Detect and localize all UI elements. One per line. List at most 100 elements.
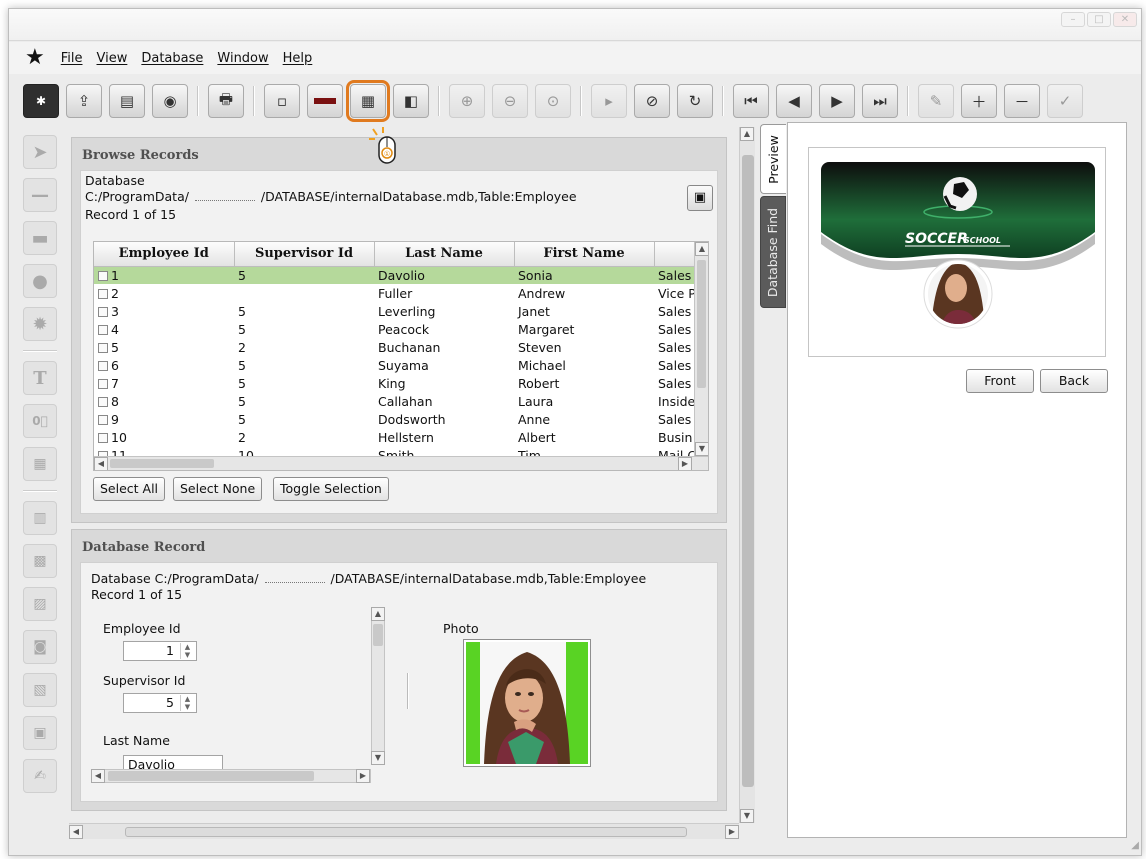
add-record-icon[interactable]: ＋ [961, 84, 997, 118]
qrcode-tool-icon[interactable]: ▩ [23, 544, 57, 578]
row-checkbox[interactable] [98, 396, 108, 407]
image-tool-icon[interactable]: ▨ [23, 587, 57, 621]
front-button[interactable]: Front [966, 369, 1034, 393]
column-header[interactable]: Employee Id [94, 242, 235, 267]
database-browse-icon[interactable]: ▦ [346, 80, 390, 122]
scroll-up-icon[interactable]: ▲ [740, 127, 754, 141]
fields-hscroll-thumb[interactable] [108, 771, 314, 781]
scroll-left-icon[interactable]: ◀ [91, 769, 105, 783]
splitter-handle[interactable] [407, 673, 409, 709]
tab-database-find[interactable]: Database Find [760, 196, 786, 308]
record-edit-icon[interactable]: ✎ [918, 84, 954, 118]
main-hscroll-thumb[interactable] [125, 827, 687, 837]
text-tool-icon[interactable]: T [23, 361, 57, 395]
date-tool-icon[interactable]: ▦ [23, 447, 57, 481]
row-checkbox[interactable] [98, 288, 108, 299]
record-export-icon[interactable]: ▸ [591, 84, 627, 118]
column-header[interactable]: Supervisor Id [234, 242, 375, 267]
record-cancel-icon[interactable]: ⊘ [634, 84, 670, 118]
table-row[interactable]: 1 5 Davolio Sonia Sales [94, 266, 708, 284]
first-record-icon[interactable]: ⏮ [733, 84, 769, 118]
grid-hscroll-thumb[interactable] [110, 459, 214, 468]
table-row[interactable]: 10 2 Hellstern Albert Busin [94, 428, 708, 446]
menu-view[interactable]: View [97, 51, 128, 66]
rectangle-tool-icon[interactable]: ▬ [23, 221, 57, 255]
counter-tool-icon[interactable]: 0⃣ [23, 404, 57, 438]
delete-record-icon[interactable]: － [1004, 84, 1040, 118]
back-button[interactable]: Back [1040, 369, 1108, 393]
main-horizontal-scrollbar[interactable]: ◀ ▶ [69, 823, 739, 839]
camera-tool-icon[interactable]: ◙ [23, 630, 57, 664]
maximize-icon[interactable]: □ [1087, 12, 1111, 27]
row-checkbox[interactable] [98, 306, 108, 317]
fields-vscroll-thumb[interactable] [373, 624, 383, 646]
zoom-out-icon[interactable]: ⊖ [492, 84, 528, 118]
column-header[interactable]: Last Name [374, 242, 515, 267]
spinner-arrows-icon[interactable]: ▲ ▼ [180, 695, 194, 711]
print-icon[interactable]: 🖶 [208, 84, 244, 118]
line-tool-icon[interactable]: — [23, 178, 57, 212]
magstripe-icon[interactable] [307, 84, 343, 118]
zoom-fit-icon[interactable]: ⊙ [535, 84, 571, 118]
resize-grip-icon[interactable]: ◢ [1125, 839, 1139, 853]
menu-help[interactable]: Help [283, 51, 313, 66]
table-row[interactable]: 6 5 Suyama Michael Sales [94, 356, 708, 374]
scroll-right-icon[interactable]: ▶ [725, 825, 739, 839]
confirm-record-icon[interactable]: ✓ [1047, 84, 1083, 118]
select-all-button[interactable]: Select All [93, 477, 166, 501]
row-checkbox[interactable] [98, 378, 108, 389]
scroll-right-icon[interactable]: ▶ [678, 457, 692, 470]
table-row[interactable]: 8 5 Callahan Laura Inside [94, 392, 708, 410]
zoom-in-icon[interactable]: ⊕ [449, 84, 485, 118]
column-header[interactable]: First Name [514, 242, 655, 267]
toggle-selection-button[interactable]: Toggle Selection [273, 477, 389, 501]
signature-tool-icon[interactable]: ✍ [23, 759, 57, 793]
close-icon[interactable]: ✕ [1113, 12, 1137, 27]
table-row[interactable]: 9 5 Dodsworth Anne Sales [94, 410, 708, 428]
save-icon[interactable]: ▤ [109, 84, 145, 118]
row-checkbox[interactable] [98, 414, 108, 425]
row-checkbox[interactable] [98, 270, 108, 281]
star-shape-tool-icon[interactable]: ✹ [23, 307, 57, 341]
minimize-icon[interactable]: – [1061, 12, 1085, 27]
scroll-left-icon[interactable]: ◀ [69, 825, 83, 839]
table-row[interactable]: 3 5 Leverling Janet Sales [94, 302, 708, 320]
pointer-tool-icon[interactable]: ➤ [23, 135, 57, 169]
table-row[interactable]: 7 5 King Robert Sales [94, 374, 708, 392]
grid-vertical-scrollbar[interactable]: ▲ ▼ [694, 242, 708, 456]
scroll-down-icon[interactable]: ▼ [695, 442, 708, 456]
id-card-preview[interactable]: SOCCER SCHOOL [821, 162, 1095, 334]
grid-horizontal-scrollbar[interactable]: ◀ ▶ [94, 456, 708, 470]
table-row[interactable]: 4 5 Peacock Margaret Sales [94, 320, 708, 338]
scroll-down-icon[interactable]: ▼ [740, 809, 754, 823]
fields-horizontal-scrollbar[interactable]: ◀ ▶ [91, 769, 371, 783]
main-vscroll-thumb[interactable] [742, 155, 754, 787]
tab-preview[interactable]: Preview [760, 124, 786, 194]
row-checkbox[interactable] [98, 342, 108, 353]
row-checkbox[interactable] [98, 432, 108, 443]
spinner-arrows-icon[interactable]: ▲ ▼ [180, 643, 194, 659]
scroll-up-icon[interactable]: ▲ [371, 607, 385, 621]
scroll-left-icon[interactable]: ◀ [94, 457, 108, 470]
photo-tool-icon[interactable]: ▣ [23, 716, 57, 750]
scroll-down-icon[interactable]: ▼ [371, 751, 385, 765]
last-record-icon[interactable]: ⏭ [862, 84, 898, 118]
record-refresh-icon[interactable]: ↻ [677, 84, 713, 118]
scroll-up-icon[interactable]: ▲ [695, 242, 708, 256]
menu-file[interactable]: File [61, 51, 83, 66]
row-checkbox[interactable] [98, 324, 108, 335]
main-vertical-scrollbar[interactable]: ▲ ▼ [739, 127, 755, 823]
previous-record-icon[interactable]: ◀ [776, 84, 812, 118]
employee-id-field[interactable]: 1 ▲ ▼ [123, 641, 197, 661]
database-settings-icon[interactable]: ▣ [687, 185, 713, 211]
open-icon[interactable]: ⇪ [66, 84, 102, 118]
grid-vscroll-thumb[interactable] [697, 260, 706, 388]
table-row[interactable]: 5 2 Buchanan Steven Sales [94, 338, 708, 356]
supervisor-id-field[interactable]: 5 ▲ ▼ [123, 693, 197, 713]
capture-icon[interactable]: ◉ [152, 84, 188, 118]
table-row[interactable]: 2 Fuller Andrew Vice P [94, 284, 708, 302]
ellipse-tool-icon[interactable]: ● [23, 264, 57, 298]
background-tool-icon[interactable]: ▧ [23, 673, 57, 707]
scroll-right-icon[interactable]: ▶ [356, 769, 370, 783]
employee-photo[interactable] [463, 639, 591, 767]
